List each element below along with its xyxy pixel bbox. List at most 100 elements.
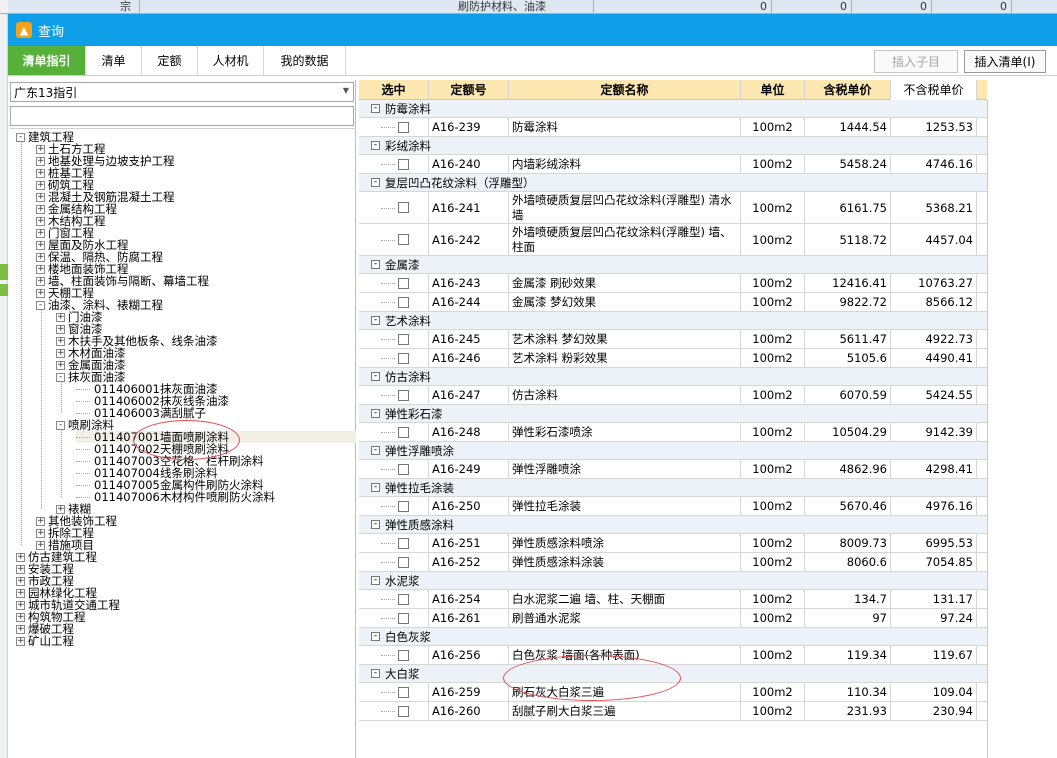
unit[interactable]: 100m2 (741, 590, 805, 608)
table-row[interactable]: A16-250 弹性拉毛涂装 100m2 5670.46 4976.16 (359, 497, 987, 516)
expand-icon[interactable]: + (16, 625, 25, 634)
quota-name[interactable]: 刷普通水泥浆 (509, 609, 741, 627)
column-header[interactable]: 单位 (741, 80, 805, 100)
row-checkbox[interactable] (398, 593, 409, 605)
quota-code[interactable]: A16-243 (429, 274, 509, 292)
tax-price[interactable]: 231.93 (805, 702, 891, 720)
no-tax-price[interactable]: 10763.27 (891, 274, 977, 292)
tax-price[interactable]: 5670.46 (805, 497, 891, 515)
tax-price[interactable]: 97 (805, 609, 891, 627)
row-checkbox[interactable] (398, 649, 409, 661)
quota-code[interactable]: A16-252 (429, 553, 509, 571)
group-row[interactable]: - 白色灰浆 (359, 628, 987, 646)
quota-code[interactable]: A16-245 (429, 330, 509, 348)
tax-price[interactable]: 12416.41 (805, 274, 891, 292)
tab-list[interactable]: 清单 (86, 46, 142, 75)
unit[interactable]: 100m2 (741, 423, 805, 441)
tax-price[interactable]: 10504.29 (805, 423, 891, 441)
no-tax-price[interactable]: 119.67 (891, 646, 977, 664)
no-tax-price[interactable]: 8566.12 (891, 293, 977, 311)
quota-name[interactable]: 刷石灰大白浆三遍 (509, 683, 741, 701)
row-checkbox[interactable] (398, 296, 409, 308)
no-tax-price[interactable]: 6995.53 (891, 534, 977, 552)
quota-name[interactable]: 金属漆 梦幻效果 (509, 293, 741, 311)
collapse-icon[interactable]: - (56, 373, 65, 382)
quota-name[interactable]: 外墙喷硬质复层凹凸花纹涂料(浮雕型) 墙、柱面 (509, 224, 741, 255)
unit[interactable]: 100m2 (741, 553, 805, 571)
row-checkbox[interactable] (398, 463, 409, 475)
quota-name[interactable]: 艺术涂料 梦幻效果 (509, 330, 741, 348)
table-row[interactable]: A16-240 内墙彩绒涂料 100m2 5458.24 4746.16 (359, 155, 987, 174)
collapse-icon[interactable]: - (371, 576, 380, 585)
quota-code[interactable]: A16-249 (429, 460, 509, 478)
tax-price[interactable]: 6070.59 (805, 386, 891, 404)
expand-icon[interactable]: + (36, 145, 45, 154)
collapse-icon[interactable]: - (371, 632, 380, 641)
tax-price[interactable]: 4862.96 (805, 460, 891, 478)
expand-icon[interactable]: + (36, 193, 45, 202)
collapse-icon[interactable]: - (371, 178, 380, 187)
group-row[interactable]: - 防霉涂料 (359, 100, 987, 118)
expand-icon[interactable]: + (16, 565, 25, 574)
unit[interactable]: 100m2 (741, 534, 805, 552)
expand-icon[interactable]: + (36, 253, 45, 262)
table-row[interactable]: A16-239 防霉涂料 100m2 1444.54 1253.53 (359, 118, 987, 137)
expand-icon[interactable]: + (36, 157, 45, 166)
table-row[interactable]: A16-259 刷石灰大白浆三遍 100m2 110.34 109.04 (359, 683, 987, 702)
quota-code[interactable]: A16-241 (429, 192, 509, 223)
group-row[interactable]: - 水泥浆 (359, 572, 987, 590)
no-tax-price[interactable]: 4457.04 (891, 224, 977, 255)
quota-name[interactable]: 弹性质感涂料涂装 (509, 553, 741, 571)
row-checkbox[interactable] (398, 234, 409, 245)
no-tax-price[interactable]: 97.24 (891, 609, 977, 627)
row-checkbox[interactable] (398, 705, 409, 717)
quota-code[interactable]: A16-256 (429, 646, 509, 664)
group-row[interactable]: - 仿古涂料 (359, 368, 987, 386)
table-row[interactable]: A16-243 金属漆 刷砂效果 100m2 12416.41 10763.27 (359, 274, 987, 293)
unit[interactable]: 100m2 (741, 118, 805, 136)
unit[interactable]: 100m2 (741, 224, 805, 255)
tax-price[interactable]: 5118.72 (805, 224, 891, 255)
group-row[interactable]: - 金属漆 (359, 256, 987, 274)
expand-icon[interactable]: + (36, 277, 45, 286)
no-tax-price[interactable]: 1253.53 (891, 118, 977, 136)
no-tax-price[interactable]: 4746.16 (891, 155, 977, 173)
table-row[interactable]: A16-245 艺术涂料 梦幻效果 100m2 5611.47 4922.73 (359, 330, 987, 349)
expand-icon[interactable]: + (36, 229, 45, 238)
quota-code[interactable]: A16-250 (429, 497, 509, 515)
tax-price[interactable]: 5105.6 (805, 349, 891, 367)
group-row[interactable]: - 大白浆 (359, 665, 987, 683)
quota-code[interactable]: A16-246 (429, 349, 509, 367)
collapse-icon[interactable]: - (371, 409, 380, 418)
quota-name[interactable]: 刮腻子刷大白浆三遍 (509, 702, 741, 720)
table-row[interactable]: A16-247 仿古涂料 100m2 6070.59 5424.55 (359, 386, 987, 405)
tab-list-guide[interactable]: 清单指引 (8, 46, 86, 75)
no-tax-price[interactable]: 131.17 (891, 590, 977, 608)
column-header[interactable]: 含税单价 (805, 80, 891, 100)
group-row[interactable]: - 弹性彩石漆 (359, 405, 987, 423)
tax-price[interactable]: 8009.73 (805, 534, 891, 552)
tree-node[interactable]: + 矿山工程 (16, 635, 74, 647)
tab-my-data[interactable]: 我的数据 (264, 46, 346, 75)
table-row[interactable]: A16-241 外墙喷硬质复层凹凸花纹涂料(浮雕型) 清水墙 100m2 6161.7… (359, 192, 987, 224)
expand-icon[interactable]: + (36, 265, 45, 274)
unit[interactable]: 100m2 (741, 386, 805, 404)
expand-icon[interactable]: + (36, 217, 45, 226)
expand-icon[interactable]: + (16, 553, 25, 562)
table-row[interactable]: A16-246 艺术涂料 粉彩效果 100m2 5105.6 4490.41 (359, 349, 987, 368)
group-row[interactable]: - 复层凹凸花纹涂料（浮雕型） (359, 174, 987, 192)
tab-labor-material-machine[interactable]: 人材机 (198, 46, 264, 75)
expand-icon[interactable]: + (36, 517, 45, 526)
no-tax-price[interactable]: 230.94 (891, 702, 977, 720)
quota-name[interactable]: 防霉涂料 (509, 118, 741, 136)
quota-code[interactable]: A16-260 (429, 702, 509, 720)
row-checkbox[interactable] (398, 202, 409, 213)
expand-icon[interactable]: + (36, 169, 45, 178)
quota-name[interactable]: 金属漆 刷砂效果 (509, 274, 741, 292)
row-checkbox[interactable] (398, 686, 409, 698)
expand-icon[interactable]: + (56, 325, 65, 334)
table-row[interactable]: A16-261 刷普通水泥浆 100m2 97 97.24 (359, 609, 987, 628)
table-row[interactable]: A16-248 弹性彩石漆喷涂 100m2 10504.29 9142.39 (359, 423, 987, 442)
tax-price[interactable]: 5611.47 (805, 330, 891, 348)
group-row[interactable]: - 弹性质感涂料 (359, 516, 987, 534)
